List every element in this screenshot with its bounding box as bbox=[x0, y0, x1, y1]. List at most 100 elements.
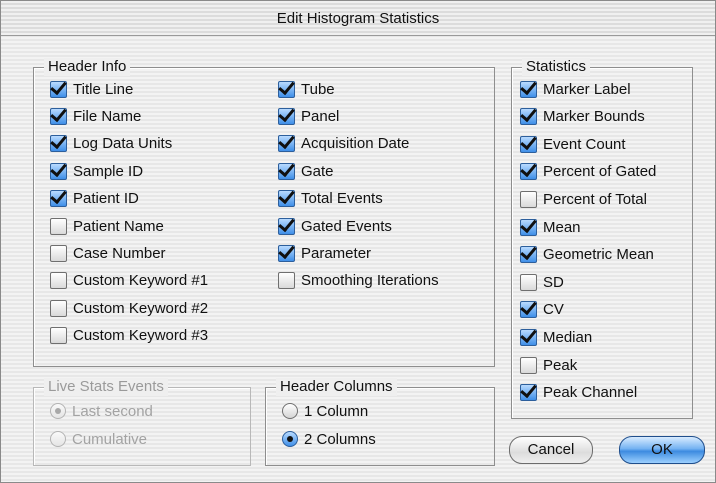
checkbox-label[interactable]: Total Events bbox=[301, 190, 383, 207]
checkbox-marker-bounds[interactable]: Marker Bounds bbox=[520, 106, 645, 128]
checkbox-label[interactable]: Tube bbox=[301, 81, 335, 98]
checkbox-cv[interactable]: CV bbox=[520, 299, 564, 321]
checkbox-title-line[interactable]: Title Line bbox=[50, 78, 133, 100]
checkbox-label[interactable]: Marker Label bbox=[543, 81, 631, 98]
checkbox-case-number[interactable]: Case Number bbox=[50, 242, 166, 264]
checkbox-panel[interactable]: Panel bbox=[278, 105, 339, 127]
checkbox-tube[interactable]: Tube bbox=[278, 78, 335, 100]
checkbox-empty-icon[interactable] bbox=[520, 273, 537, 291]
checkbox-empty-icon[interactable] bbox=[50, 244, 67, 262]
checkbox-acquisition-date[interactable]: Acquisition Date bbox=[278, 133, 409, 155]
checkbox-total-events[interactable]: Total Events bbox=[278, 188, 383, 210]
checkmark-icon[interactable] bbox=[278, 135, 295, 153]
checkbox-marker-label[interactable]: Marker Label bbox=[520, 78, 631, 100]
checkbox-label[interactable]: Percent of Total bbox=[543, 191, 647, 208]
checkbox-label[interactable]: Geometric Mean bbox=[543, 246, 654, 263]
checkmark-icon[interactable] bbox=[520, 246, 537, 264]
checkbox-label[interactable]: Mean bbox=[543, 219, 581, 236]
checkbox-mean[interactable]: Mean bbox=[520, 216, 581, 238]
checkbox-label[interactable]: Panel bbox=[301, 108, 339, 125]
checkbox-label[interactable]: Acquisition Date bbox=[301, 135, 409, 152]
checkbox-geometric-mean[interactable]: Geometric Mean bbox=[520, 244, 654, 266]
checkmark-icon[interactable] bbox=[50, 162, 67, 180]
checkbox-label[interactable]: Event Count bbox=[543, 136, 626, 153]
radio-button-icon[interactable] bbox=[282, 431, 298, 447]
checkmark-icon[interactable] bbox=[278, 190, 295, 208]
checkmark-icon[interactable] bbox=[50, 107, 67, 125]
checkbox-sample-id[interactable]: Sample ID bbox=[50, 160, 143, 182]
checkbox-label[interactable]: Median bbox=[543, 329, 592, 346]
checkbox-label[interactable]: Percent of Gated bbox=[543, 163, 656, 180]
checkbox-label[interactable]: File Name bbox=[73, 108, 141, 125]
checkbox-label[interactable]: Peak Channel bbox=[543, 384, 637, 401]
checkbox-peak[interactable]: Peak bbox=[520, 354, 577, 376]
checkmark-icon[interactable] bbox=[520, 163, 537, 181]
checkmark-icon[interactable] bbox=[278, 162, 295, 180]
ok-button[interactable]: OK bbox=[619, 436, 705, 464]
checkmark-icon[interactable] bbox=[50, 190, 67, 208]
checkbox-label[interactable]: Marker Bounds bbox=[543, 108, 645, 125]
checkbox-gated-events[interactable]: Gated Events bbox=[278, 215, 392, 237]
checkbox-label[interactable]: Peak bbox=[543, 357, 577, 374]
checkmark-icon[interactable] bbox=[520, 384, 537, 402]
checkbox-percent-of-total[interactable]: Percent of Total bbox=[520, 188, 647, 210]
radio-label[interactable]: 2 Columns bbox=[304, 431, 376, 448]
checkbox-label[interactable]: Log Data Units bbox=[73, 135, 172, 152]
checkmark-icon[interactable] bbox=[520, 218, 537, 236]
checkbox-label[interactable]: Gate bbox=[301, 163, 334, 180]
checkbox-label[interactable]: Custom Keyword #3 bbox=[73, 327, 208, 344]
checkbox-empty-icon[interactable] bbox=[278, 272, 295, 290]
checkmark-icon[interactable] bbox=[520, 135, 537, 153]
checkbox-patient-name[interactable]: Patient Name bbox=[50, 215, 164, 237]
checkbox-label[interactable]: Parameter bbox=[301, 245, 371, 262]
checkbox-label[interactable]: Smoothing Iterations bbox=[301, 272, 439, 289]
checkbox-label[interactable]: Sample ID bbox=[73, 163, 143, 180]
checkbox-median[interactable]: Median bbox=[520, 326, 592, 348]
checkmark-icon[interactable] bbox=[520, 328, 537, 346]
checkmark-icon[interactable] bbox=[278, 244, 295, 262]
checkbox-peak-channel[interactable]: Peak Channel bbox=[520, 382, 637, 404]
checkmark-icon[interactable] bbox=[278, 107, 295, 125]
checkmark-icon[interactable] bbox=[520, 80, 537, 98]
checkbox-file-name[interactable]: File Name bbox=[50, 105, 141, 127]
checkmark-icon[interactable] bbox=[50, 135, 67, 153]
checkbox-log-data-units[interactable]: Log Data Units bbox=[50, 133, 172, 155]
checkmark-icon[interactable] bbox=[278, 217, 295, 235]
checkbox-label[interactable]: Gated Events bbox=[301, 218, 392, 235]
checkbox-label[interactable]: Custom Keyword #2 bbox=[73, 300, 208, 317]
checkmark-icon[interactable] bbox=[278, 80, 295, 98]
title-bar[interactable]: Edit Histogram Statistics bbox=[1, 1, 715, 36]
checkmark-icon[interactable] bbox=[50, 80, 67, 98]
checkbox-empty-icon[interactable] bbox=[520, 190, 537, 208]
radio-label[interactable]: 1 Column bbox=[304, 403, 368, 420]
checkmark-icon[interactable] bbox=[520, 301, 537, 319]
checkbox-empty-icon[interactable] bbox=[520, 356, 537, 374]
checkbox-sd[interactable]: SD bbox=[520, 271, 564, 293]
radio-button-icon[interactable] bbox=[282, 403, 298, 419]
checkmark-icon[interactable] bbox=[520, 108, 537, 126]
checkbox-gate[interactable]: Gate bbox=[278, 160, 334, 182]
radio-1-column[interactable]: 1 Column bbox=[282, 400, 368, 422]
radio-2-columns[interactable]: 2 Columns bbox=[282, 428, 376, 450]
checkbox-patient-id[interactable]: Patient ID bbox=[50, 188, 139, 210]
checkbox-custom-keyword-2[interactable]: Custom Keyword #2 bbox=[50, 297, 208, 319]
checkbox-label[interactable]: Patient Name bbox=[73, 218, 164, 235]
checkbox-empty-icon[interactable] bbox=[50, 327, 67, 345]
checkbox-label[interactable]: Patient ID bbox=[73, 190, 139, 207]
checkbox-empty-icon[interactable] bbox=[50, 272, 67, 290]
checkbox-empty-icon[interactable] bbox=[50, 217, 67, 235]
checkbox-label[interactable]: Case Number bbox=[73, 245, 166, 262]
checkbox-smoothing-iterations[interactable]: Smoothing Iterations bbox=[278, 270, 439, 292]
checkbox-label[interactable]: Title Line bbox=[73, 81, 133, 98]
checkbox-custom-keyword-1[interactable]: Custom Keyword #1 bbox=[50, 270, 208, 292]
checkbox-empty-icon[interactable] bbox=[50, 299, 67, 317]
checkbox-label[interactable]: CV bbox=[543, 301, 564, 318]
checkbox-percent-of-gated[interactable]: Percent of Gated bbox=[520, 161, 656, 183]
checkbox-event-count[interactable]: Event Count bbox=[520, 133, 626, 155]
checkbox-parameter[interactable]: Parameter bbox=[278, 242, 371, 264]
live-stats-group: Live Stats Events Last second Cumulative bbox=[33, 378, 251, 466]
cancel-button[interactable]: Cancel bbox=[509, 436, 593, 464]
checkbox-custom-keyword-3[interactable]: Custom Keyword #3 bbox=[50, 325, 208, 347]
checkbox-label[interactable]: SD bbox=[543, 274, 564, 291]
checkbox-label[interactable]: Custom Keyword #1 bbox=[73, 272, 208, 289]
